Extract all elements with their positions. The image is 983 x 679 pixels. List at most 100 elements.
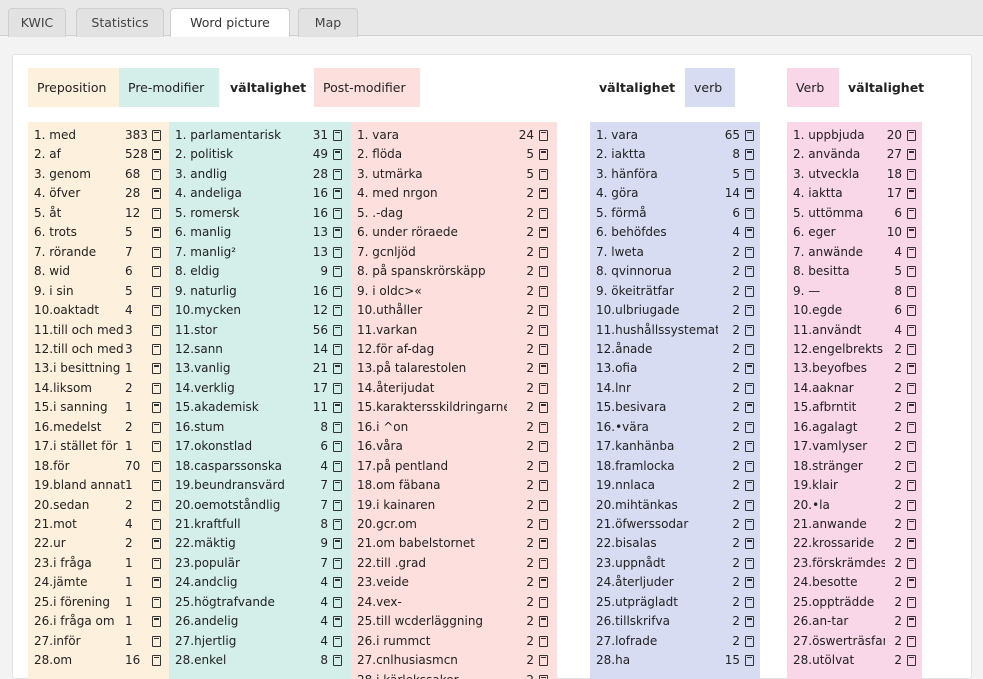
document-icon[interactable] [907,460,916,472]
word-row[interactable]: 28.om 16 [28,651,169,670]
word-row[interactable]: 17.på pentland 2 [351,457,557,476]
document-icon[interactable] [539,130,548,141]
document-icon[interactable] [745,246,754,258]
word-label[interactable]: 13.på talarestolen [357,359,507,378]
document-icon[interactable] [539,168,548,180]
word-row[interactable]: 23.populär 7 [169,554,351,573]
word-row[interactable]: 1. uppbjuda 20 [787,126,922,145]
document-icon[interactable] [152,421,161,433]
word-label[interactable]: 23.uppnådt [596,554,718,573]
document-icon[interactable] [539,577,548,589]
word-label[interactable]: 18.framlocka [596,457,718,476]
document-icon[interactable] [539,519,548,530]
word-label[interactable]: 3. utmärka [357,165,507,184]
word-label[interactable]: 14.liksom [34,379,126,398]
word-label[interactable]: 19.beundransvärd [175,476,307,495]
word-row[interactable]: 23.i fråga 1 [28,554,169,573]
document-icon[interactable] [152,635,161,647]
word-label[interactable]: 21.mot [34,515,126,534]
document-icon[interactable] [333,616,342,628]
word-row[interactable]: 10.uthåller 2 [351,301,557,320]
word-label[interactable]: 18.stränger [793,457,885,476]
word-label[interactable]: 24.andclig [175,573,307,592]
word-row[interactable]: 7. rörande 7 [28,243,169,262]
word-label[interactable]: 20.mihtänkas [596,496,718,515]
word-row[interactable]: 15.afbrntit 2 [787,398,922,417]
document-icon[interactable] [333,421,342,433]
word-label[interactable]: 24.jämte [34,573,126,592]
word-row[interactable]: 20.mihtänkas 2 [590,496,760,515]
document-icon[interactable] [745,460,754,472]
document-icon[interactable] [333,519,342,530]
word-row[interactable]: 24.vex- 2 [351,593,557,612]
word-row[interactable]: 27.inför 1 [28,632,169,651]
word-row[interactable]: 5. .-dag 2 [351,204,557,223]
word-label[interactable]: 17.i stället för [34,437,126,456]
document-icon[interactable] [745,168,754,180]
word-label[interactable]: 16.medelst [34,418,126,437]
word-row[interactable]: 3. andlig 28 [169,165,351,184]
word-row[interactable]: 25.till wcderläggning 2 [351,612,557,631]
document-icon[interactable] [907,635,916,647]
document-icon[interactable] [152,557,161,569]
document-icon[interactable] [152,363,161,375]
document-icon[interactable] [745,596,754,608]
word-row[interactable]: 2. använda 27 [787,145,922,164]
document-icon[interactable] [745,266,754,278]
word-row[interactable]: 17.kanhänba 2 [590,437,760,456]
word-label[interactable]: 23.i fråga [34,554,126,573]
word-row[interactable]: 9. — 8 [787,282,922,301]
word-row[interactable]: 16.stum 8 [169,418,351,437]
word-row[interactable]: 6. manlig 13 [169,223,351,242]
word-label[interactable]: 8. qvinnorua [596,262,718,281]
word-row[interactable]: 28.ha 15 [590,651,760,670]
document-icon[interactable] [152,655,161,667]
word-label[interactable]: 12.sann [175,340,307,359]
document-icon[interactable] [152,246,161,258]
word-row[interactable]: 20.sedan 2 [28,496,169,515]
word-label[interactable]: 17.på pentland [357,457,507,476]
word-row[interactable]: 16.våra 2 [351,437,557,456]
word-label[interactable]: 20.•la [793,496,885,515]
word-row[interactable]: 2. flöda 5 [351,145,557,164]
document-icon[interactable] [907,596,916,608]
word-row[interactable]: 21.anwande 2 [787,515,922,534]
word-label[interactable]: 17.kanhänba [596,437,718,456]
word-label[interactable]: 11.användt [793,321,885,340]
document-icon[interactable] [152,168,161,180]
word-label[interactable]: 7. gcnljöd [357,243,507,262]
word-label[interactable]: 8. besitta [793,262,885,281]
word-row[interactable]: 15.i sanning 1 [28,398,169,417]
document-icon[interactable] [333,246,342,258]
word-row[interactable]: 9. naturlig 16 [169,282,351,301]
word-label[interactable]: 9. naturlig [175,282,307,301]
document-icon[interactable] [333,382,342,394]
document-icon[interactable] [907,285,916,297]
word-label[interactable]: 4. göra [596,184,718,203]
word-row[interactable]: 7. manlig² 13 [169,243,351,262]
word-label[interactable]: 19.nnlaca [596,476,718,495]
document-icon[interactable] [539,480,548,492]
document-icon[interactable] [152,227,161,239]
word-label[interactable]: 13.beyofbes [793,359,885,378]
word-label[interactable]: 24.vex- [357,593,507,612]
document-icon[interactable] [152,266,161,278]
word-row[interactable]: 2. politisk 49 [169,145,351,164]
document-icon[interactable] [539,674,548,679]
word-label[interactable]: 12.för af-dag [357,340,507,359]
word-label[interactable]: 15.karaktersskildringarnes [357,398,507,417]
word-label[interactable]: 23.förskrämdes [793,554,885,573]
word-label[interactable]: 19.bland annat [34,476,126,495]
document-icon[interactable] [907,149,916,161]
word-row[interactable]: 21.mot 4 [28,515,169,534]
document-icon[interactable] [745,499,754,511]
document-icon[interactable] [333,557,342,569]
word-label[interactable]: 6. under röraede [357,223,507,242]
document-icon[interactable] [152,188,161,200]
word-row[interactable]: 14.liksom 2 [28,379,169,398]
document-icon[interactable] [907,557,916,569]
word-label[interactable]: 8. eldig [175,262,307,281]
word-row[interactable]: 18.framlocka 2 [590,457,760,476]
word-row[interactable]: 24.andclig 4 [169,573,351,592]
word-label[interactable]: 13.i besittning [34,359,126,378]
